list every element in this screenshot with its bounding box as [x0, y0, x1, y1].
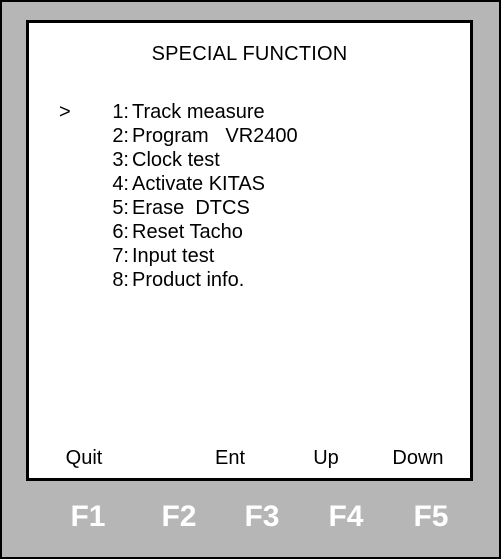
f1-key[interactable]: F1: [53, 499, 123, 535]
menu-item-number: 2:: [112, 125, 129, 147]
menu-item-label: Erase DTCS: [132, 197, 250, 219]
menu-item-number: 4:: [112, 173, 129, 195]
menu-item-track-measure[interactable]: > 1: Track measure: [29, 100, 470, 124]
display-screen: SPECIAL FUNCTION > 1: Track measure 2: P…: [26, 20, 473, 481]
menu-item-product-info[interactable]: 8: Product info.: [29, 268, 470, 292]
menu-item-activate-kitas[interactable]: 4: Activate KITAS: [29, 172, 470, 196]
softkey-down[interactable]: Down: [378, 446, 458, 470]
menu-item-number: 7:: [112, 245, 129, 267]
device-panel: SPECIAL FUNCTION > 1: Track measure 2: P…: [0, 0, 501, 559]
menu-item-erase-dtcs[interactable]: 5: Erase DTCS: [29, 196, 470, 220]
menu-item-label: Clock test: [132, 149, 220, 171]
menu-item-program-vr2400[interactable]: 2: Program VR2400: [29, 124, 470, 148]
menu-item-label: Program VR2400: [132, 125, 298, 147]
menu-item-number: 6:: [112, 221, 129, 243]
menu-item-label: Reset Tacho: [132, 221, 243, 243]
function-key-row: F1 F2 F3 F4 F5: [2, 499, 499, 535]
menu-item-number: 5:: [112, 197, 129, 219]
screen-title: SPECIAL FUNCTION: [151, 43, 348, 65]
menu-item-reset-tacho[interactable]: 6: Reset Tacho: [29, 220, 470, 244]
menu-item-number: 3:: [112, 149, 129, 171]
f3-key[interactable]: F3: [227, 499, 297, 535]
softkey-up[interactable]: Up: [296, 446, 356, 470]
softkey-bar: Quit Ent Up Down: [29, 446, 470, 470]
menu-item-label: Track measure: [132, 101, 265, 123]
menu-item-clock-test[interactable]: 3: Clock test: [29, 148, 470, 172]
menu-item-label: Input test: [132, 245, 215, 267]
menu-item-input-test[interactable]: 7: Input test: [29, 244, 470, 268]
menu-item-label: Activate KITAS: [132, 173, 266, 195]
menu-item-number: 8:: [112, 269, 129, 291]
menu-item-label: Product info.: [132, 269, 245, 291]
softkey-ent[interactable]: Ent: [200, 446, 260, 470]
f4-key[interactable]: F4: [311, 499, 381, 535]
softkey-quit[interactable]: Quit: [59, 446, 109, 470]
f5-key[interactable]: F5: [396, 499, 466, 535]
selection-cursor: >: [59, 101, 71, 123]
menu-item-number: 1:: [112, 101, 129, 123]
f2-key[interactable]: F2: [144, 499, 214, 535]
